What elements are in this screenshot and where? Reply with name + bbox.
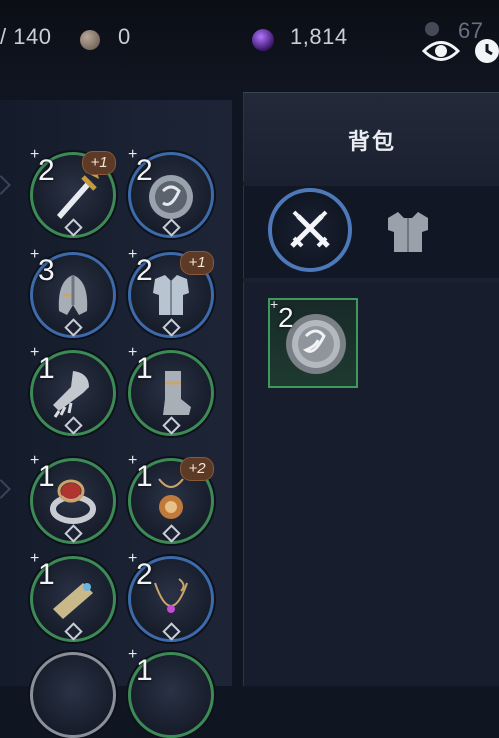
tab-weapons[interactable]: [268, 188, 352, 272]
equip-level: 1: [38, 558, 55, 591]
gem-icon: [425, 22, 439, 36]
bag-item-shield[interactable]: + 2: [268, 296, 358, 388]
equip-slot-shield[interactable]: + 2: [128, 146, 214, 238]
bag-grid: + 2: [243, 282, 499, 686]
bag-panel: 背包 + 2: [243, 92, 499, 686]
equip-level: 2: [136, 558, 153, 591]
equip-slot-necklace[interactable]: + 2: [128, 550, 214, 642]
equip-slot-sword[interactable]: + 2 +1: [30, 146, 116, 238]
inventory-capacity: / 140: [0, 24, 52, 49]
equip-slot-partial[interactable]: [30, 652, 116, 738]
upgrade-badge: +2: [180, 457, 214, 481]
crystal-count: 1,814: [290, 24, 348, 49]
equip-slot-bracer[interactable]: + 1: [30, 550, 116, 642]
bag-header: 背包: [243, 92, 499, 181]
equip-level: 2: [136, 154, 153, 187]
stone-count: 0: [118, 24, 131, 49]
equip-slot-ring[interactable]: + 1: [30, 452, 116, 544]
equip-level: 2: [38, 154, 55, 187]
equip-level: 1: [38, 460, 55, 493]
enhance-plus: +: [270, 296, 279, 312]
equip-slot-boots[interactable]: + 1: [128, 344, 214, 436]
bag-tabs: [243, 186, 499, 278]
rail-arrow-icon: [0, 175, 11, 195]
item-level: 2: [278, 302, 294, 333]
tab-armor[interactable]: [384, 210, 432, 254]
equip-level: 1: [136, 654, 153, 687]
upgrade-badge: +1: [82, 151, 116, 175]
equip-slot-gauntlet[interactable]: + 1: [30, 344, 116, 436]
upgrade-badge: +1: [180, 251, 214, 275]
crossed-swords-icon: [290, 210, 330, 248]
eye-icon[interactable]: [421, 36, 461, 66]
resource-bar: / 140 0 1,814 67: [0, 0, 499, 86]
crystal-icon: [252, 29, 274, 51]
equip-level: 3: [38, 254, 55, 287]
stone-icon: [80, 30, 100, 50]
equip-slot-partial[interactable]: + 1: [128, 646, 214, 738]
chest-armor-icon: [388, 212, 428, 252]
equip-level: 2: [136, 254, 153, 287]
clock-icon[interactable]: [472, 36, 499, 66]
slot-frame: [30, 652, 116, 738]
equip-level: 1: [136, 352, 153, 385]
equip-slot-helmet[interactable]: + 3: [30, 246, 116, 338]
equip-level: 1: [38, 352, 55, 385]
equip-slot-amulet[interactable]: + 1 +2: [128, 452, 214, 544]
bag-title: 背包: [347, 129, 396, 154]
rail-arrow-icon: [0, 479, 11, 499]
equip-level: 1: [136, 460, 153, 493]
equip-slot-armor[interactable]: + 2 +1: [128, 246, 214, 338]
